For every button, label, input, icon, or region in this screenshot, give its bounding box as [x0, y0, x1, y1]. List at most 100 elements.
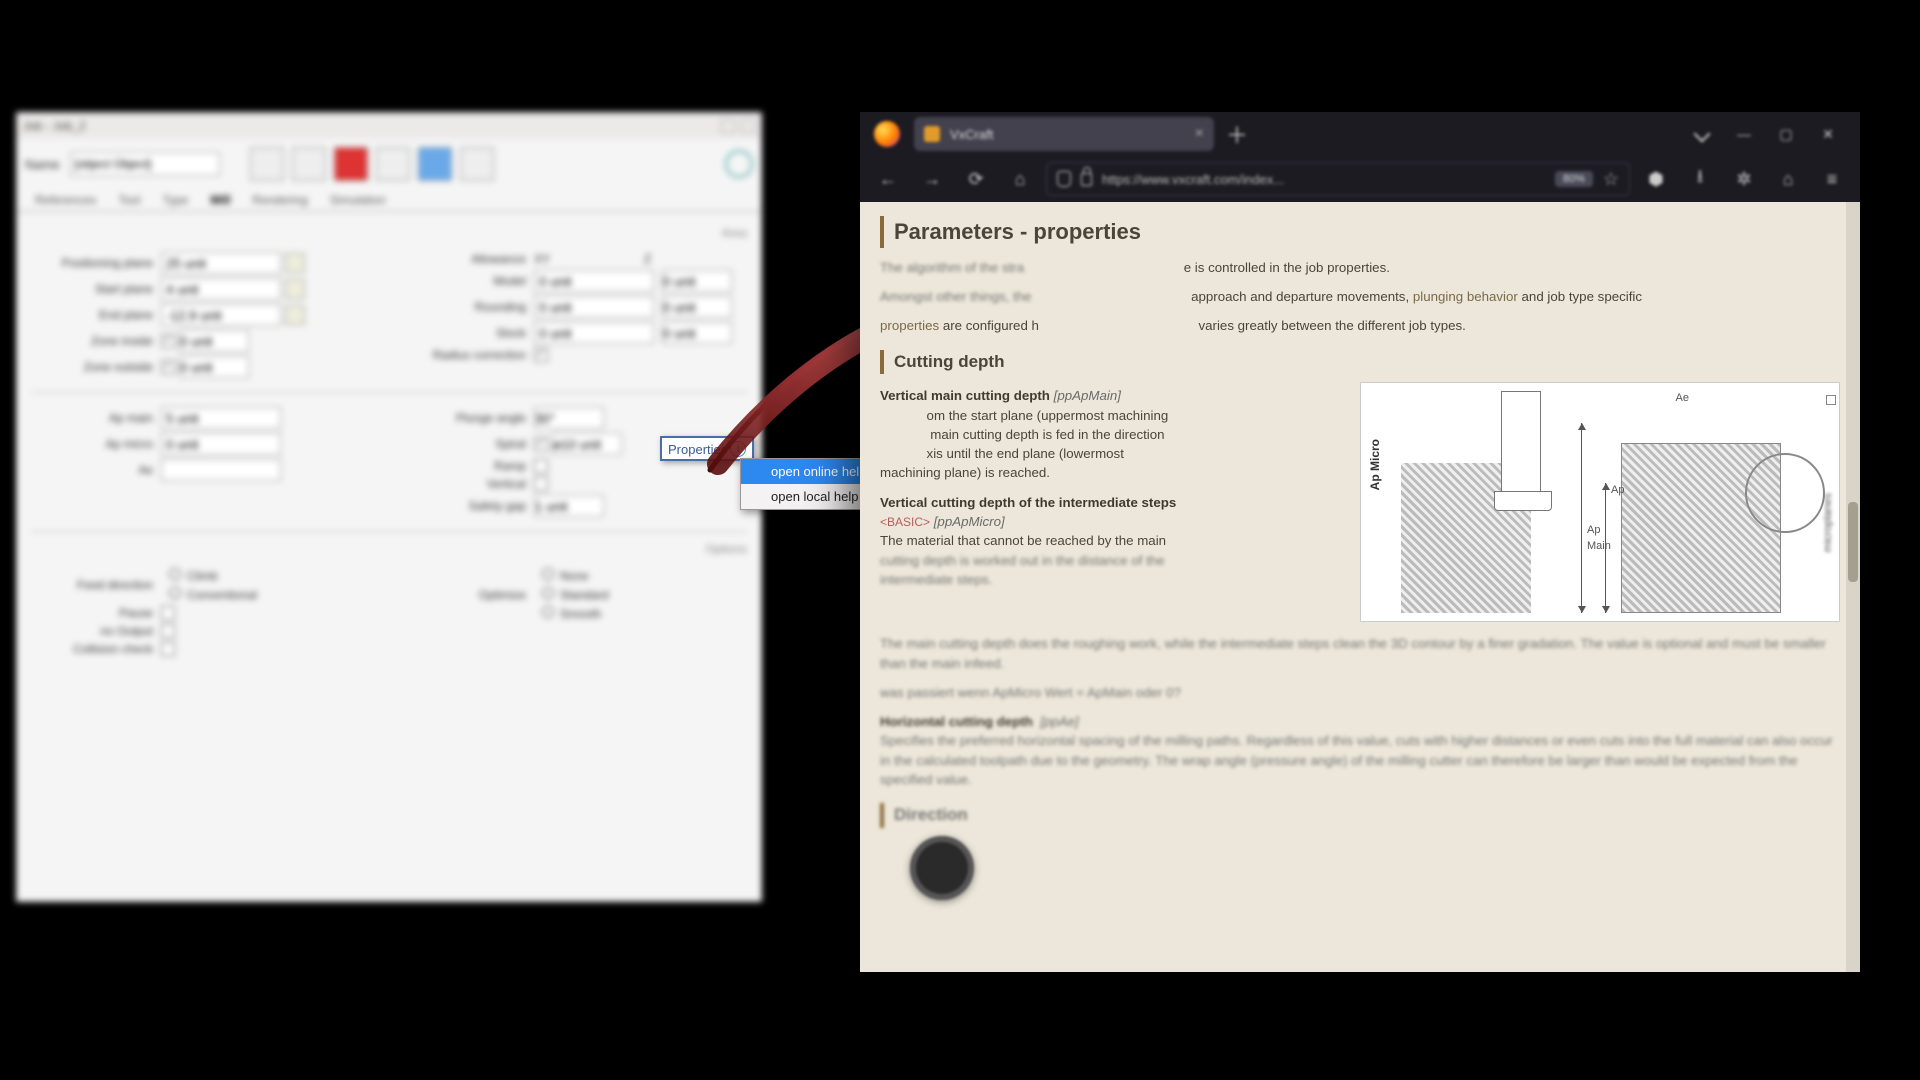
account-icon[interactable]: ⌂: [1770, 161, 1806, 197]
nav-forward-button[interactable]: →: [914, 161, 950, 197]
extensions-icon[interactable]: ✲: [1726, 161, 1762, 197]
zone-inside-check[interactable]: [161, 334, 175, 348]
tab-mill[interactable]: Mill: [200, 189, 240, 211]
tab-tool[interactable]: Tool: [108, 189, 150, 211]
optimize-standard-radio[interactable]: Standard: [542, 587, 609, 602]
apmain-input[interactable]: [161, 407, 281, 429]
doc-page: Parameters - properties The algorithm of…: [860, 202, 1860, 972]
feed-conventional-label: Conventional: [187, 588, 257, 602]
page-scrollbar[interactable]: [1846, 202, 1860, 972]
new-tab-button[interactable]: ＋: [1226, 118, 1248, 150]
rounding-xy-input[interactable]: [534, 296, 654, 318]
rounding-z-input[interactable]: [662, 296, 732, 318]
tool-icon-c[interactable]: [418, 147, 452, 181]
ae-input[interactable]: [161, 459, 281, 481]
diagram-cutter: [1501, 391, 1541, 511]
tab-references[interactable]: References: [25, 189, 106, 211]
dialog-help-icon[interactable]: [725, 150, 753, 178]
collision-check-check[interactable]: [161, 642, 175, 656]
positioning-plane-input[interactable]: [161, 252, 281, 274]
zoom-badge[interactable]: 80%: [1555, 171, 1593, 187]
tab-simulation[interactable]: Simulation: [320, 189, 396, 211]
job-name-input[interactable]: [70, 152, 220, 176]
tracking-shield-icon[interactable]: [1057, 171, 1071, 187]
downloads-icon[interactable]: ⭳: [1682, 161, 1718, 197]
allowance-label: Allowance: [404, 252, 534, 266]
vertical-label: Vertical: [404, 477, 534, 491]
browser-close-button[interactable]: ✕: [1812, 120, 1844, 148]
radius-correction-check[interactable]: [534, 348, 548, 362]
bookmark-star-icon[interactable]: ☆: [1603, 169, 1619, 190]
zone-inside-label: Zone inside: [31, 334, 161, 348]
apmicro-label: Ap micro: [31, 437, 161, 451]
browser-tab-active[interactable]: VxCraft ×: [914, 117, 1214, 151]
doc-intro-2c: and job type specific: [1518, 289, 1642, 304]
name-label: Name: [25, 157, 60, 172]
optimize-smooth-radio[interactable]: Smooth: [542, 606, 609, 621]
feed-climb-radio[interactable]: Climb: [169, 568, 257, 583]
diagram-label-apmicro: Ap Micro: [1367, 439, 1384, 490]
diagram-dim-apmain: [1581, 423, 1582, 613]
safety-gap-input[interactable]: [534, 495, 604, 517]
tool-icon-a[interactable]: [334, 147, 368, 181]
job-tabs: References Tool Type Mill Rendering Simu…: [17, 189, 761, 212]
pick-icon[interactable]: [285, 279, 305, 299]
model-z-input[interactable]: [662, 270, 732, 292]
pocket-icon[interactable]: ⬢: [1638, 161, 1674, 197]
optimize-none-label: None: [560, 569, 589, 583]
pause-check[interactable]: [161, 606, 175, 620]
tool-icon-d[interactable]: [460, 147, 494, 181]
link-plunging-behavior[interactable]: plunging behavior: [1413, 289, 1518, 304]
zone-outside-check[interactable]: [161, 360, 175, 374]
zone-outside-input[interactable]: [179, 356, 249, 378]
scrollbar-thumb[interactable]: [1848, 502, 1858, 582]
pick-icon[interactable]: [285, 305, 305, 325]
pick-icon[interactable]: [285, 253, 305, 273]
stock-xy-input[interactable]: [534, 322, 654, 344]
optimize-none-radio[interactable]: None: [542, 568, 609, 583]
tab-rendering[interactable]: Rendering: [242, 189, 317, 211]
tab-list-button[interactable]: [1686, 120, 1718, 148]
plunge-angle-input[interactable]: [534, 407, 604, 429]
plunge-angle-label: Plunge angle: [404, 411, 534, 425]
section-area: Area: [31, 226, 747, 240]
nav-home-button[interactable]: ⌂: [1002, 161, 1038, 197]
info-icon[interactable]: i: [730, 441, 746, 457]
end-plane-input[interactable]: [161, 304, 281, 326]
minimize-button[interactable]: [721, 119, 735, 133]
feed-conventional-radio[interactable]: Conventional: [169, 587, 257, 602]
undo-icon[interactable]: [250, 147, 284, 181]
doc-vmcd-b: main cutting depth is fed in the directi…: [927, 427, 1165, 442]
stock-z-input[interactable]: [662, 322, 732, 344]
tab-type[interactable]: Type: [152, 189, 198, 211]
spiral-input[interactable]: [552, 433, 622, 455]
browser-minimize-button[interactable]: —: [1728, 120, 1760, 148]
zone-inside-input[interactable]: [179, 330, 249, 352]
spiral-check[interactable]: [534, 437, 548, 451]
doc-vmcd-key: [ppApMain]: [1054, 388, 1121, 403]
close-button[interactable]: [741, 119, 755, 133]
ramp-check[interactable]: [534, 459, 548, 473]
start-plane-input[interactable]: [161, 278, 281, 300]
floating-widget-icon[interactable]: [910, 836, 974, 900]
vertical-check[interactable]: [534, 477, 548, 491]
tab-favicon: [924, 126, 940, 142]
model-xy-input[interactable]: [534, 270, 654, 292]
url-bar[interactable]: https://www.vxcraft.com/index... 80% ☆: [1046, 162, 1630, 196]
tool-icon-b[interactable]: [376, 147, 410, 181]
nav-back-button[interactable]: ←: [870, 161, 906, 197]
redo-icon[interactable]: [292, 147, 326, 181]
diagram-label-apmain: Ap Main: [1587, 523, 1611, 555]
feed-climb-label: Climb: [187, 569, 218, 583]
job-dialog-title: Job - Job_2: [23, 119, 86, 133]
apmicro-input[interactable]: [161, 433, 281, 455]
allowance-xy: XY: [534, 252, 644, 266]
diagram-zoom-icon[interactable]: [1826, 395, 1836, 405]
no-output-check[interactable]: [161, 624, 175, 638]
browser-maximize-button[interactable]: ▢: [1770, 120, 1802, 148]
nav-reload-button[interactable]: ⟳: [958, 161, 994, 197]
doc-hcd-body: Specifies the preferred horizontal spaci…: [880, 733, 1833, 787]
app-menu-button[interactable]: ≡: [1814, 161, 1850, 197]
tab-close-icon[interactable]: ×: [1195, 125, 1204, 143]
link-properties[interactable]: properties: [880, 318, 939, 333]
